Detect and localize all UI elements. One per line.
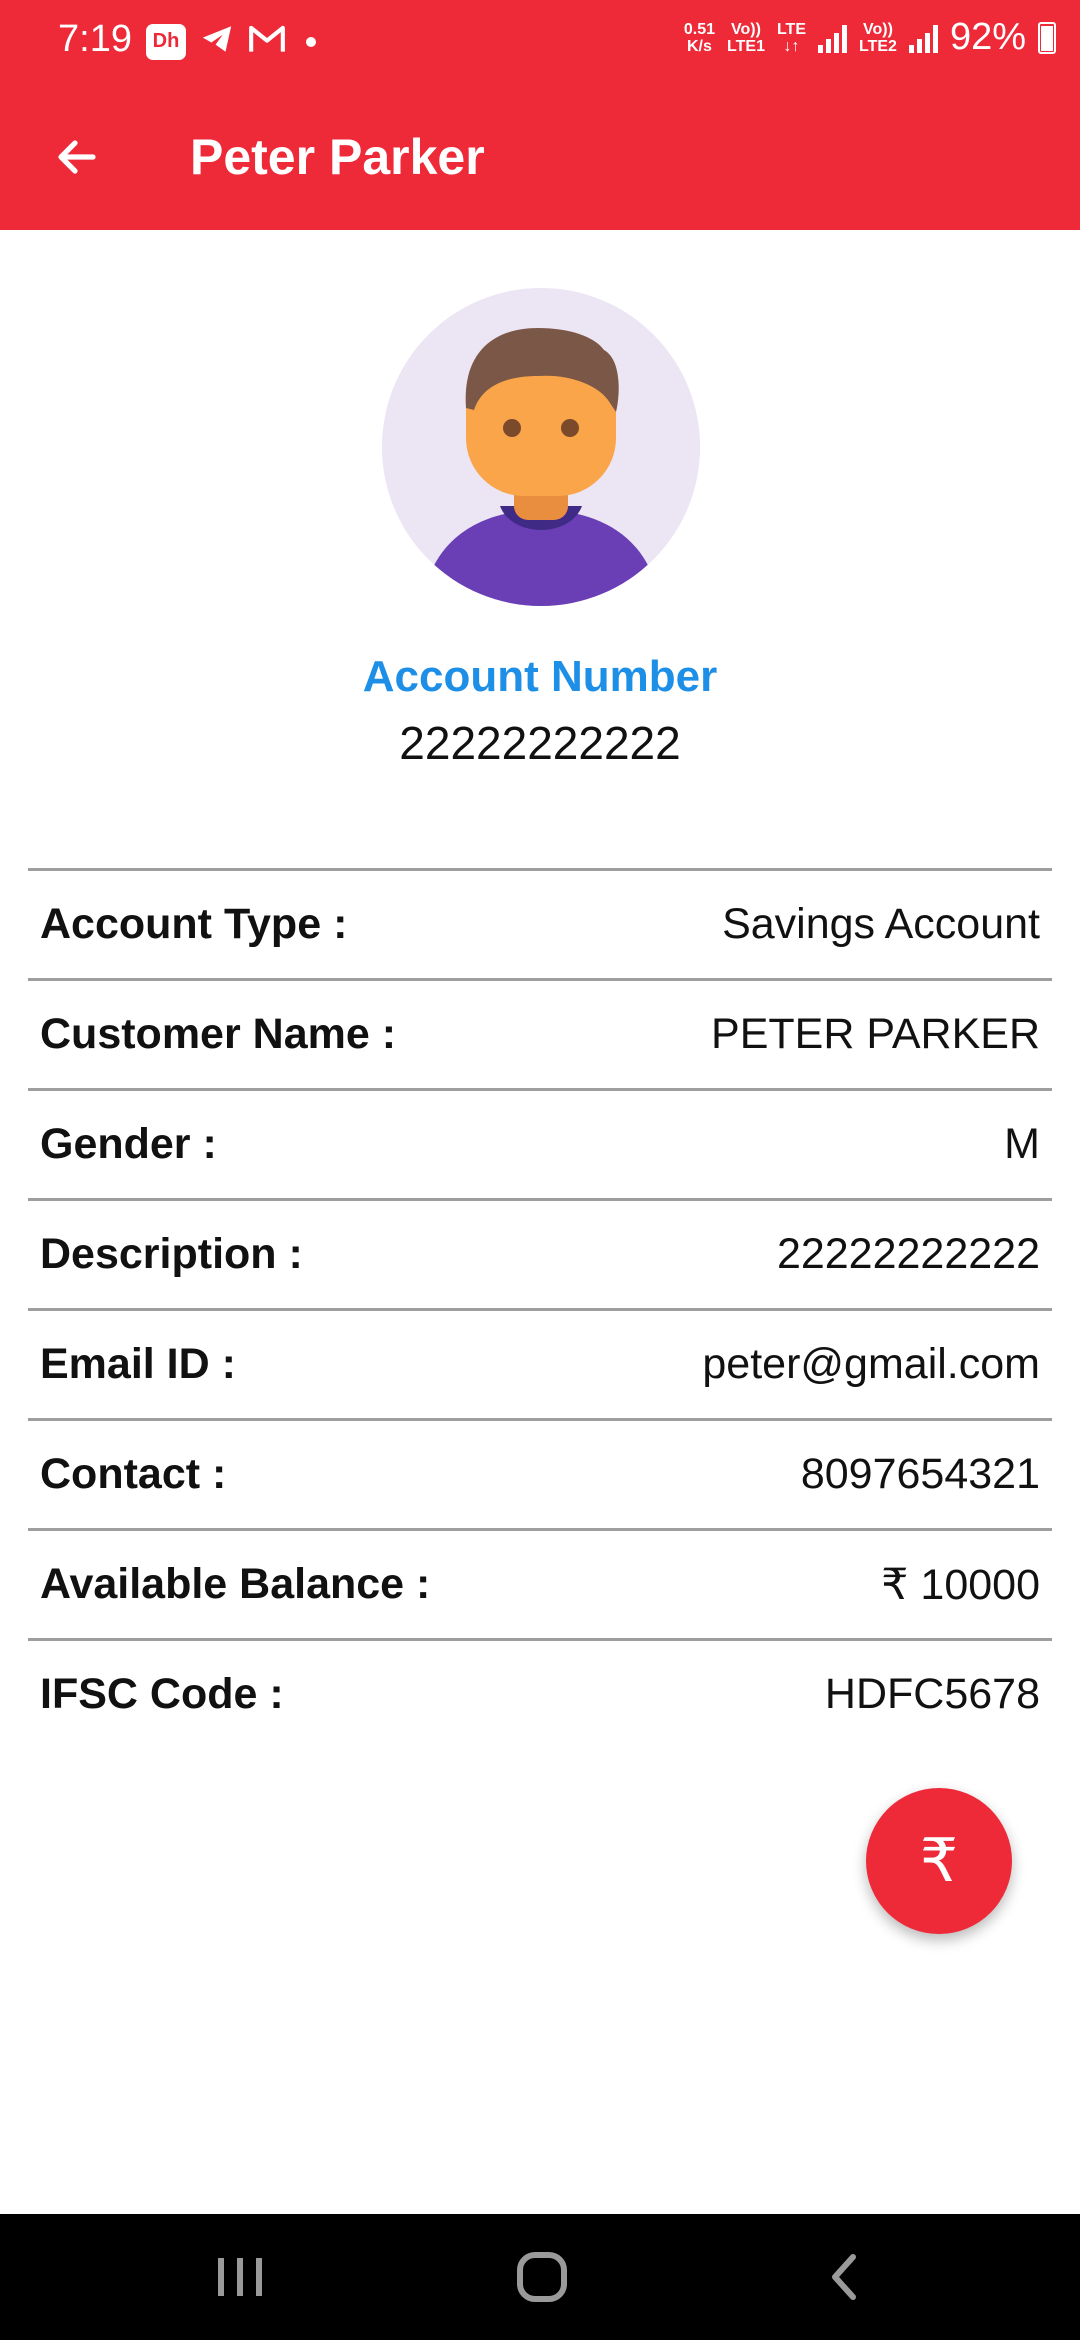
detail-value: peter@gmail.com: [702, 1340, 1040, 1388]
detail-row-description: Description : 22222222222: [28, 1201, 1052, 1311]
telegram-icon: [198, 22, 236, 61]
detail-label: Contact :: [40, 1450, 227, 1498]
arrow-left-icon: [58, 140, 96, 174]
detail-value: 22222222222: [776, 1230, 1040, 1278]
recent-apps-icon: [218, 2258, 262, 2296]
lte-data-indicator: LTE ↓↑: [777, 21, 806, 55]
detail-label: Customer Name :: [40, 1010, 397, 1058]
home-icon: [517, 2252, 567, 2302]
detail-label: Email ID :: [40, 1340, 236, 1388]
app-notification-icon: Dh: [146, 23, 186, 60]
detail-value: ₹ 10000: [881, 1560, 1040, 1609]
user-avatar-icon: [382, 288, 700, 606]
detail-row-customer-name: Customer Name : PETER PARKER: [28, 981, 1052, 1091]
app-bar: Peter Parker: [0, 84, 1080, 230]
recent-apps-button[interactable]: [180, 2238, 300, 2316]
sim2-volte-label: Vo)): [863, 20, 893, 38]
sim1-volte-label: Vo)): [731, 20, 761, 38]
detail-value: 8097654321: [800, 1450, 1040, 1498]
page-title: Peter Parker: [190, 129, 485, 185]
detail-label: IFSC Code :: [40, 1670, 284, 1718]
back-nav-button[interactable]: [784, 2238, 904, 2316]
detail-row-ifsc-code: IFSC Code : HDFC5678: [28, 1641, 1052, 1748]
detail-label: Account Type :: [40, 900, 348, 948]
network-speed-value: 0.51: [683, 20, 716, 38]
account-number-label: Account Number: [362, 652, 718, 701]
network-speed: 0.51 K/s: [684, 21, 715, 55]
detail-label: Gender :: [40, 1120, 217, 1168]
system-navigation-bar: [0, 2214, 1080, 2340]
battery-icon: [1038, 21, 1056, 54]
detail-row-gender: Gender : M: [28, 1091, 1052, 1201]
detail-value: Savings Account: [722, 900, 1040, 948]
battery-percentage: 92%: [949, 16, 1026, 58]
detail-label: Description :: [40, 1230, 303, 1278]
sim1-volte-indicator: Vo)) LTE1: [727, 21, 765, 55]
more-notifications-dot: [306, 36, 316, 47]
detail-value: PETER PARKER: [711, 1010, 1040, 1058]
rupee-icon: ₹: [919, 1827, 959, 1894]
detail-value: HDFC5678: [824, 1670, 1040, 1718]
detail-row-email: Email ID : peter@gmail.com: [28, 1311, 1052, 1421]
signal-strength-icon-2: [908, 23, 938, 53]
detail-row-contact: Contact : 8097654321: [28, 1421, 1052, 1531]
back-button[interactable]: [40, 120, 114, 194]
detail-label: Available Balance :: [40, 1560, 431, 1608]
gmail-icon: [248, 24, 286, 59]
status-time: 7:19: [58, 18, 132, 60]
detail-row-account-type: Account Type : Savings Account: [28, 871, 1052, 981]
sim2-lte-label: LTE2: [859, 37, 897, 55]
detail-value: M: [1004, 1120, 1040, 1168]
chevron-left-icon: [832, 2254, 856, 2300]
account-details-list: Account Type : Savings Account Customer …: [28, 868, 1052, 1748]
status-system-icons: 0.51 K/s Vo)) LTE1 LTE ↓↑ Vo)) LTE2 92%: [684, 16, 1056, 59]
signal-strength-icon: [818, 23, 847, 53]
detail-row-available-balance: Available Balance : ₹ 10000: [28, 1531, 1052, 1641]
home-button[interactable]: [482, 2238, 602, 2316]
status-notification-icons: Dh: [146, 22, 316, 61]
account-number-value: 22222222222: [399, 717, 681, 769]
transfer-money-button[interactable]: ₹: [866, 1788, 1012, 1934]
avatar: [382, 288, 700, 606]
sim2-volte-indicator: Vo)) LTE2: [859, 21, 897, 55]
lte-label: LTE: [776, 20, 806, 38]
network-speed-unit: K/s: [687, 37, 712, 55]
sim1-lte-label: LTE1: [727, 37, 765, 55]
status-bar: 7:19 Dh 0.51 K/s Vo)) LTE1 LTE ↓↑ Vo)) L…: [0, 0, 1080, 84]
data-arrows-icon: ↓↑: [783, 37, 800, 55]
